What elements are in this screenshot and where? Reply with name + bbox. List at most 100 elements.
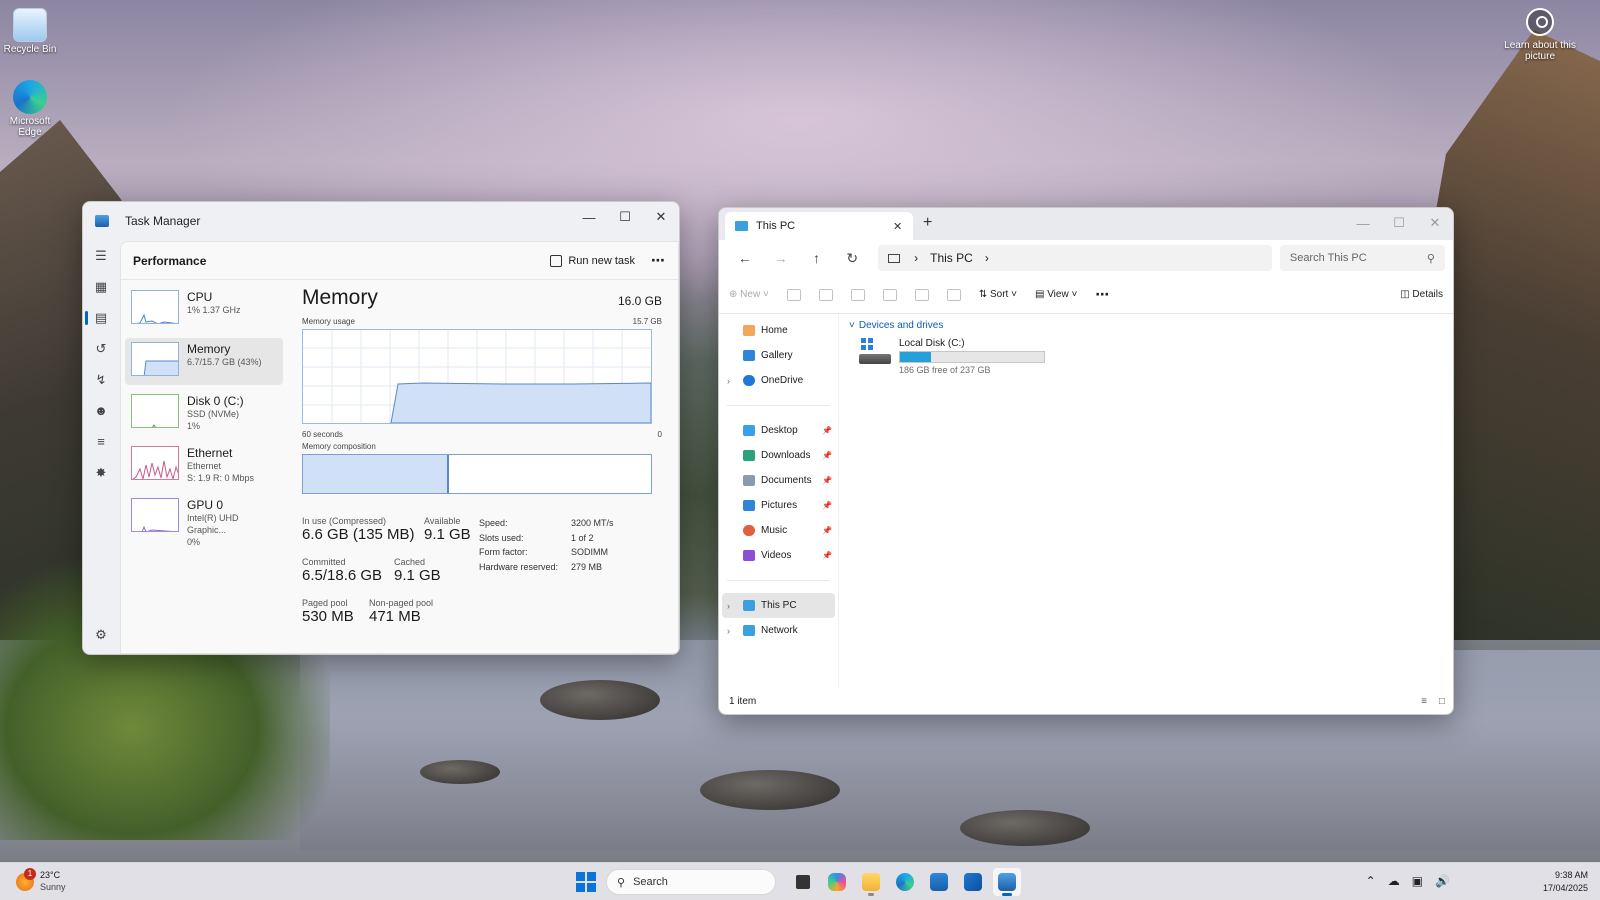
- onedrive-icon: [743, 375, 755, 386]
- rename-icon[interactable]: [882, 288, 897, 301]
- copilot-button[interactable]: [823, 868, 851, 896]
- tab-this-pc[interactable]: This PC ✕: [725, 212, 913, 240]
- services-icon[interactable]: ✸: [83, 457, 119, 488]
- back-button[interactable]: ←: [727, 250, 763, 266]
- refresh-button[interactable]: ↻: [834, 250, 870, 267]
- resource-item-memory[interactable]: Memory 6.7/15.7 GB (43%): [125, 338, 283, 385]
- app-history-icon[interactable]: ↺: [83, 333, 119, 364]
- nav-item-home[interactable]: Home: [719, 318, 838, 343]
- outlook-button[interactable]: [959, 868, 987, 896]
- start-button[interactable]: [576, 872, 596, 892]
- close-button[interactable]: ✕: [643, 202, 679, 232]
- share-icon[interactable]: [914, 288, 929, 301]
- title-bar[interactable]: This PC ✕ + — ☐ ✕: [719, 208, 1453, 240]
- settings-icon[interactable]: ⚙: [83, 619, 119, 650]
- onedrive-tray-icon[interactable]: ☁: [1388, 874, 1400, 888]
- new-button[interactable]: ⊕ New ˅: [729, 289, 769, 300]
- details-view-icon[interactable]: ≡: [1421, 696, 1427, 707]
- cut-icon[interactable]: [786, 288, 801, 301]
- clock-time: 9:38 AM: [1554, 870, 1588, 880]
- clock[interactable]: 9:38 AM 17/04/2025: [1543, 869, 1588, 895]
- startup-apps-icon[interactable]: ↯: [83, 364, 119, 395]
- nav-item-videos[interactable]: Videos 📌: [719, 543, 838, 568]
- drive-name: Local Disk (C:): [899, 338, 965, 349]
- address-bar[interactable]: › This PC ›: [878, 245, 1272, 271]
- nav-item-documents[interactable]: Documents 📌: [719, 468, 838, 493]
- nav-label: Gallery: [761, 350, 793, 361]
- close-button[interactable]: ✕: [1417, 208, 1453, 238]
- expand-chevron-icon[interactable]: ›: [727, 601, 730, 611]
- show-hidden-icons-icon[interactable]: ⌃: [1366, 874, 1376, 888]
- resource-item-gpu[interactable]: GPU 0 Intel(R) UHD Graphic... 0%: [125, 494, 283, 547]
- users-icon[interactable]: ☻: [83, 395, 119, 426]
- task-manager-button[interactable]: [993, 868, 1021, 896]
- minimize-button[interactable]: —: [1345, 208, 1381, 238]
- details-button[interactable]: ◫ Details: [1400, 289, 1443, 300]
- processes-icon[interactable]: ▦: [83, 271, 119, 302]
- expand-chevron-icon[interactable]: ›: [727, 626, 730, 636]
- clock-date: 17/04/2025: [1542, 883, 1588, 893]
- nav-item-gallery[interactable]: Gallery: [719, 343, 838, 368]
- nav-item-network[interactable]: › Network: [719, 618, 838, 643]
- group-header[interactable]: ˅ Devices and drives: [849, 314, 1453, 331]
- minimize-button[interactable]: —: [571, 202, 607, 232]
- sort-button[interactable]: ⇅ Sort ˅: [979, 289, 1017, 300]
- maximize-button[interactable]: ☐: [1381, 208, 1417, 238]
- wallpaper-rock: [960, 810, 1090, 846]
- title-bar[interactable]: Task Manager — ☐ ✕: [83, 202, 679, 240]
- nav-item-downloads[interactable]: Downloads 📌: [719, 443, 838, 468]
- task-manager-window: Task Manager — ☐ ✕ ☰ ▦ ▤ ↺ ↯ ☻ ≡ ✸ ⚙ Per…: [82, 201, 680, 655]
- details-icon[interactable]: ≡: [83, 426, 119, 457]
- drive-local-disk-c[interactable]: Local Disk (C:) 186 GB free of 237 GB: [859, 338, 1045, 375]
- resource-item-ethernet[interactable]: Ethernet Ethernet S: 1.9 R: 0 Mbps: [125, 442, 283, 489]
- nav-item-desktop[interactable]: Desktop 📌: [719, 418, 838, 443]
- new-tab-button[interactable]: +: [923, 214, 932, 232]
- task-view-button[interactable]: [789, 868, 817, 896]
- paged-pool-label: Paged pool: [302, 598, 348, 608]
- desktop-icon-recycle-bin[interactable]: Recycle Bin: [0, 8, 60, 55]
- view-button[interactable]: ▤ View ˅: [1035, 289, 1077, 300]
- run-new-task-button[interactable]: Run new task: [550, 254, 635, 267]
- up-button[interactable]: ↑: [799, 250, 835, 266]
- file-explorer-icon: [862, 873, 880, 891]
- new-label: New: [740, 289, 761, 300]
- divider: [727, 405, 830, 406]
- edge-button[interactable]: [891, 868, 919, 896]
- taskbar-search[interactable]: ⚲ Search: [606, 869, 776, 895]
- volume-icon[interactable]: 🔊: [1435, 874, 1450, 888]
- address-segment[interactable]: This PC: [930, 251, 973, 265]
- network-tray-icon[interactable]: ▣: [1412, 874, 1423, 888]
- learn-about-picture[interactable]: Learn about this picture: [1500, 8, 1580, 62]
- address-chevron-icon[interactable]: ›: [985, 251, 989, 265]
- paste-icon[interactable]: [850, 288, 865, 301]
- memory-mini-graph: [131, 342, 179, 376]
- memory-usage-max: 15.7 GB: [632, 317, 662, 326]
- nav-item-this-pc[interactable]: › This PC: [722, 593, 835, 618]
- resource-item-disk[interactable]: Disk 0 (C:) SSD (NVMe) 1%: [125, 390, 283, 437]
- nav-item-onedrive[interactable]: › OneDrive: [719, 368, 838, 393]
- close-tab-icon[interactable]: ✕: [893, 220, 913, 233]
- resource-item-cpu[interactable]: CPU 1% 1.37 GHz: [125, 286, 283, 333]
- desktop-icon-edge[interactable]: Microsoft Edge: [0, 80, 60, 138]
- group-label: Devices and drives: [858, 320, 944, 331]
- file-explorer-button[interactable]: [857, 868, 885, 896]
- hamburger-menu-icon[interactable]: ☰: [83, 240, 119, 271]
- more-options-button[interactable]: ⋯: [651, 252, 666, 269]
- more-options-button[interactable]: ⋯: [1095, 286, 1109, 303]
- store-button[interactable]: [925, 868, 953, 896]
- forward-button[interactable]: →: [763, 250, 799, 266]
- nav-item-pictures[interactable]: Pictures 📌: [719, 493, 838, 518]
- network-icon: [743, 625, 755, 636]
- pin-icon: 📌: [822, 501, 832, 510]
- music-icon: [743, 525, 755, 536]
- camera-icon: [1526, 8, 1554, 36]
- maximize-button[interactable]: ☐: [607, 202, 643, 232]
- tiles-view-icon[interactable]: □: [1439, 696, 1445, 707]
- weather-widget[interactable]: 1 23°C Sunny: [16, 868, 66, 893]
- expand-chevron-icon[interactable]: ›: [727, 376, 730, 386]
- search-box[interactable]: Search This PC ⚲: [1279, 245, 1445, 271]
- performance-icon[interactable]: ▤: [83, 302, 119, 333]
- delete-icon[interactable]: [946, 288, 961, 301]
- copy-icon[interactable]: [818, 288, 833, 301]
- nav-item-music[interactable]: Music 📌: [719, 518, 838, 543]
